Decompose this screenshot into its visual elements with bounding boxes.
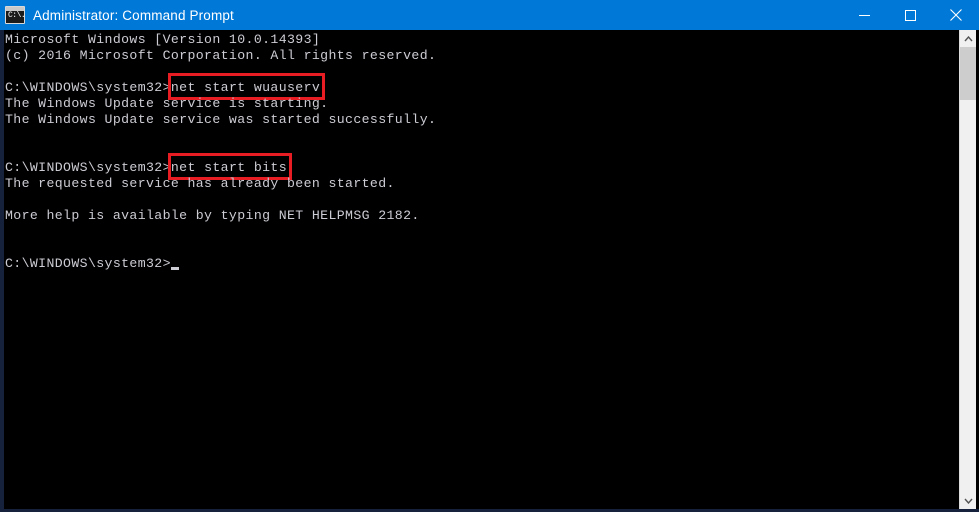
minimize-button[interactable] — [841, 0, 887, 30]
console-line: The requested service has already been s… — [5, 176, 979, 192]
close-icon — [950, 9, 962, 21]
console-prompt: C:\WINDOWS\system32> — [5, 80, 171, 95]
scrollbar-track[interactable] — [960, 47, 976, 492]
console-text: The requested service has already been s… — [5, 176, 395, 191]
console-command-line: C:\WINDOWS\system32>net start wuauserv — [5, 73, 979, 100]
console-text: Microsoft Windows [Version 10.0.14393] — [5, 32, 321, 47]
console-line: The Windows Update service was started s… — [5, 112, 979, 128]
console-line: The Windows Update service is starting. — [5, 96, 979, 112]
console-line: (c) 2016 Microsoft Corporation. All righ… — [5, 48, 979, 64]
scrollbar-thumb[interactable] — [960, 47, 976, 100]
chevron-up-icon — [963, 35, 973, 41]
minimize-icon — [858, 14, 870, 16]
chevron-down-icon — [963, 498, 973, 504]
window-controls — [841, 0, 979, 30]
text-cursor — [170, 267, 179, 270]
console-output-area[interactable]: Microsoft Windows [Version 10.0.14393] (… — [0, 30, 979, 512]
console-active-prompt-line[interactable]: C:\WINDOWS\system32> — [5, 256, 979, 272]
highlighted-command-wuauserv: net start wuauserv — [167, 73, 326, 100]
console-line: Microsoft Windows [Version 10.0.14393] — [5, 32, 979, 48]
console-text: (c) 2016 Microsoft Corporation. All righ… — [5, 48, 437, 63]
title-bar[interactable]: C:\. Administrator: Command Prompt — [0, 0, 979, 30]
console-command-line: C:\WINDOWS\system32>net start bits — [5, 153, 979, 180]
close-button[interactable] — [933, 0, 979, 30]
scroll-up-button[interactable] — [960, 30, 976, 47]
console-lines: Microsoft Windows [Version 10.0.14393] (… — [4, 30, 979, 509]
console-text: More help is available by typing NET HEL… — [5, 208, 420, 223]
scroll-down-button[interactable] — [960, 492, 976, 509]
command-prompt-window: C:\. Administrator: Command Prompt Micro… — [0, 0, 979, 512]
vertical-scrollbar[interactable] — [959, 30, 976, 509]
console-prompt: C:\WINDOWS\system32> — [5, 160, 171, 175]
cmd-icon-label: C:\. — [8, 11, 25, 20]
window-title: Administrator: Command Prompt — [33, 7, 234, 23]
cmd-console-icon[interactable]: C:\. — [5, 6, 25, 24]
highlighted-command-bits: net start bits — [167, 153, 293, 180]
console-text: The Windows Update service is starting. — [5, 96, 329, 111]
console-line: More help is available by typing NET HEL… — [5, 208, 979, 224]
console-prompt: C:\WINDOWS\system32> — [5, 256, 171, 271]
maximize-icon — [904, 9, 916, 21]
console-text: The Windows Update service was started s… — [5, 112, 437, 127]
maximize-button[interactable] — [887, 0, 933, 30]
